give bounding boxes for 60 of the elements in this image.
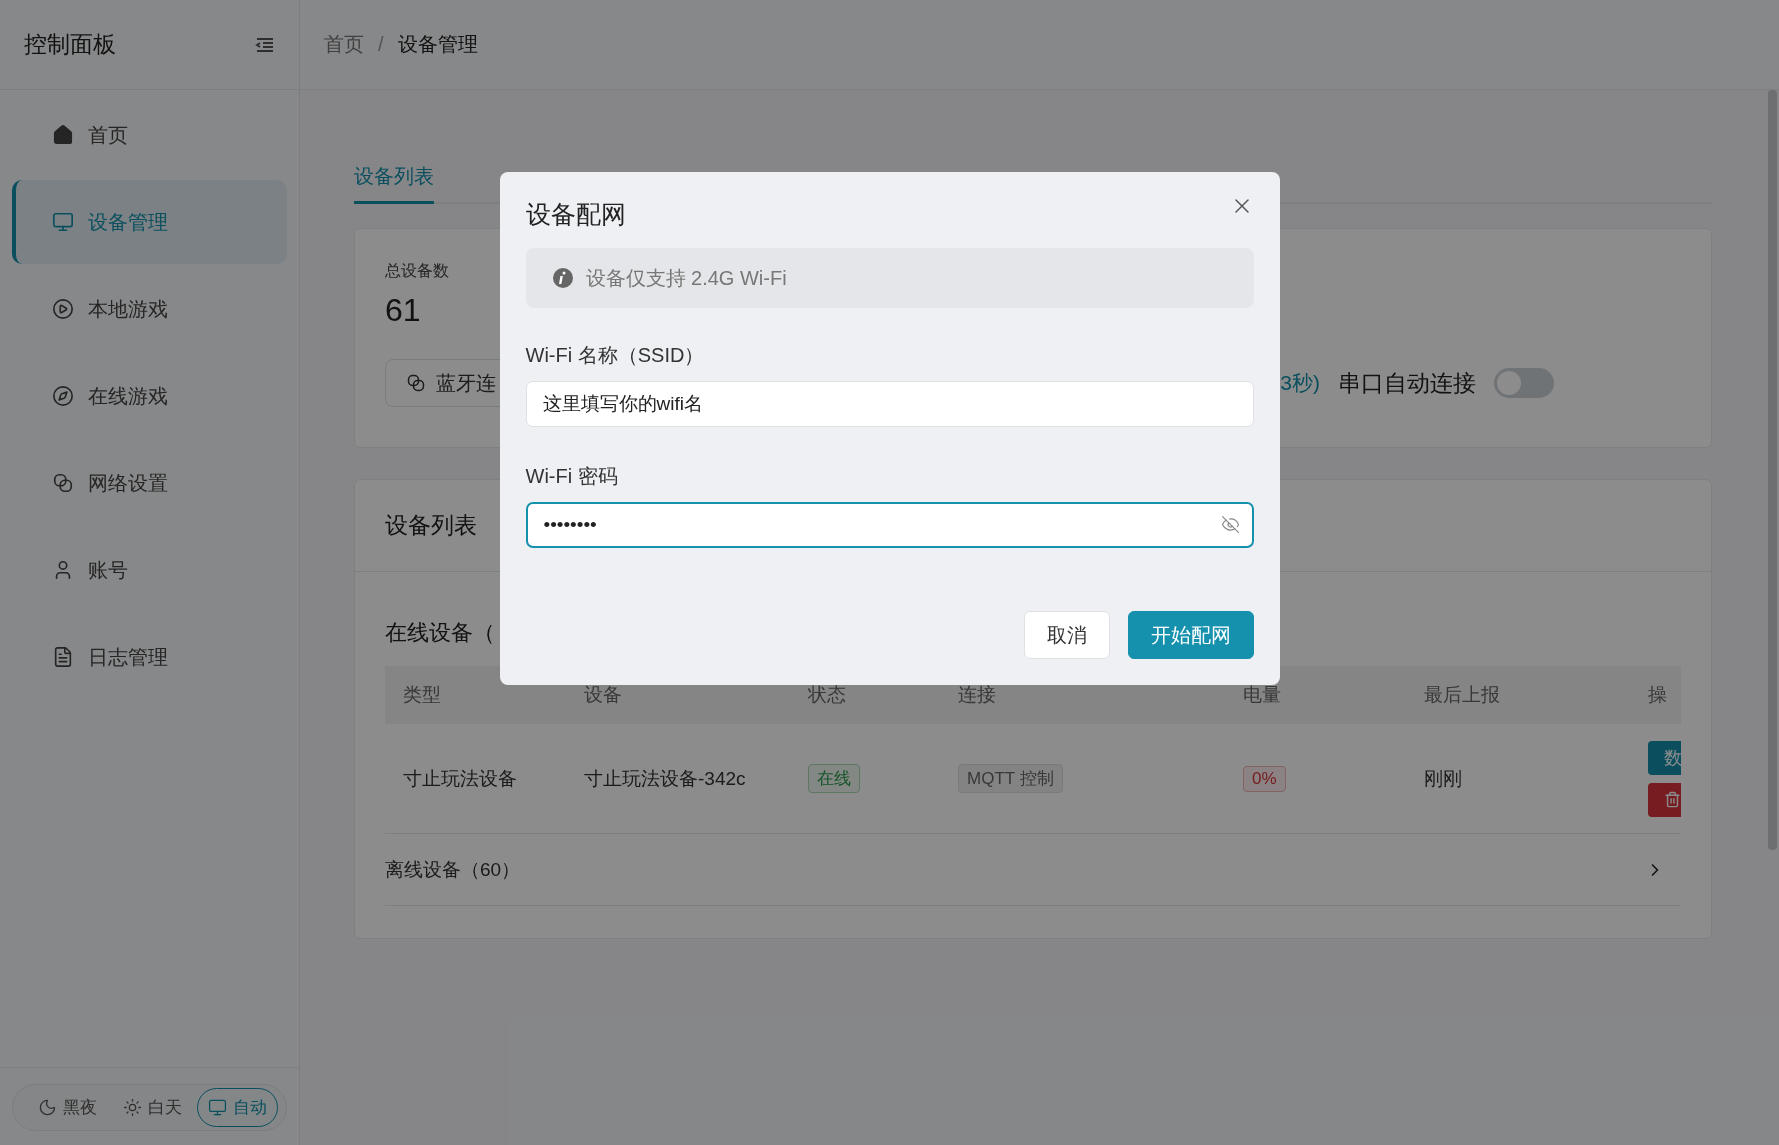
nav-item[interactable]: 首页 <box>12 93 287 177</box>
section-title: 离线设备（60） <box>385 857 521 882</box>
stat-value: 61 <box>385 292 421 329</box>
password-input-field[interactable]: •••••••• <box>525 502 1254 548</box>
link-icon <box>406 373 426 393</box>
sun-icon <box>123 1098 142 1117</box>
trash-icon <box>1664 791 1681 808</box>
cancel-button[interactable]: 取消 <box>1023 611 1110 659</box>
table-cell-text: 寸止玩法设备-342c <box>583 766 747 791</box>
scrollbar[interactable] <box>1768 90 1777 850</box>
nav-item[interactable]: 网络设置 <box>12 441 287 525</box>
column-header: 最后上报 <box>1423 683 1501 707</box>
theme-option[interactable]: 白天 <box>112 1088 193 1127</box>
column-header: 电量 <box>1242 683 1282 707</box>
monitor-icon <box>52 211 74 233</box>
nav-item[interactable]: 本地游戏 <box>12 267 287 351</box>
sidebar-title: 控制面板 <box>24 30 116 59</box>
moon-icon <box>38 1098 57 1117</box>
field-label: Wi-Fi 密码 <box>525 464 618 489</box>
home-icon <box>52 124 74 146</box>
card-title: 设备列表 <box>385 511 477 540</box>
battery-tag: 0% <box>1243 765 1286 792</box>
column-header: 设备 <box>583 683 623 707</box>
table-cell-text: 刚刚 <box>1423 766 1463 791</box>
section-title: 在线设备（ <box>385 619 495 647</box>
column-header: 操 <box>1647 683 1668 707</box>
nav-item[interactable]: 日志管理 <box>12 615 287 699</box>
tab[interactable]: 设备列表 <box>354 152 434 204</box>
link-icon <box>52 472 74 494</box>
connection-tag: MQTT 控制 <box>958 764 1063 793</box>
auto-connect-switch[interactable] <box>1494 368 1554 398</box>
breadcrumb-item: 设备管理 <box>397 32 478 57</box>
column-header: 连接 <box>957 683 997 707</box>
info-icon <box>551 267 574 289</box>
breadcrumb-separator: / <box>378 33 384 56</box>
compass-icon <box>52 385 74 407</box>
monitor-icon <box>208 1098 227 1117</box>
status-tag: 在线 <box>808 764 860 793</box>
play-icon <box>52 298 74 320</box>
eye-off-icon[interactable] <box>1220 515 1240 534</box>
countdown-text: 3秒) <box>1280 370 1320 396</box>
column-header: 类型 <box>402 683 442 707</box>
dialog-title: 设备配网 <box>525 199 626 230</box>
breadcrumb-item[interactable]: 首页 <box>324 31 364 58</box>
switch-label: 串口自动连接 <box>1338 368 1476 398</box>
ssid-input-field[interactable]: 这里填写你的wifi名 <box>525 381 1254 427</box>
stat-label: 总设备数 <box>385 261 449 281</box>
nav-item[interactable]: 在线游戏 <box>12 354 287 438</box>
column-header: 状态 <box>807 683 847 707</box>
collapse-menu-icon[interactable] <box>255 36 275 53</box>
data-button[interactable]: 数 <box>1648 740 1681 775</box>
theme-option[interactable]: 自动 <box>197 1088 278 1127</box>
document-icon <box>52 646 74 668</box>
notice-text: 设备仅支持 2.4G Wi-Fi <box>585 265 787 291</box>
theme-option[interactable]: 黑夜 <box>27 1088 108 1127</box>
nav-item[interactable]: 账号 <box>12 528 287 612</box>
table-cell-text: 寸止玩法设备 <box>402 766 518 791</box>
nav-item[interactable]: 设备管理 <box>12 180 287 264</box>
start-button[interactable]: 开始配网 <box>1127 611 1254 659</box>
offline-section-header[interactable]: 离线设备（60） <box>385 834 1681 906</box>
